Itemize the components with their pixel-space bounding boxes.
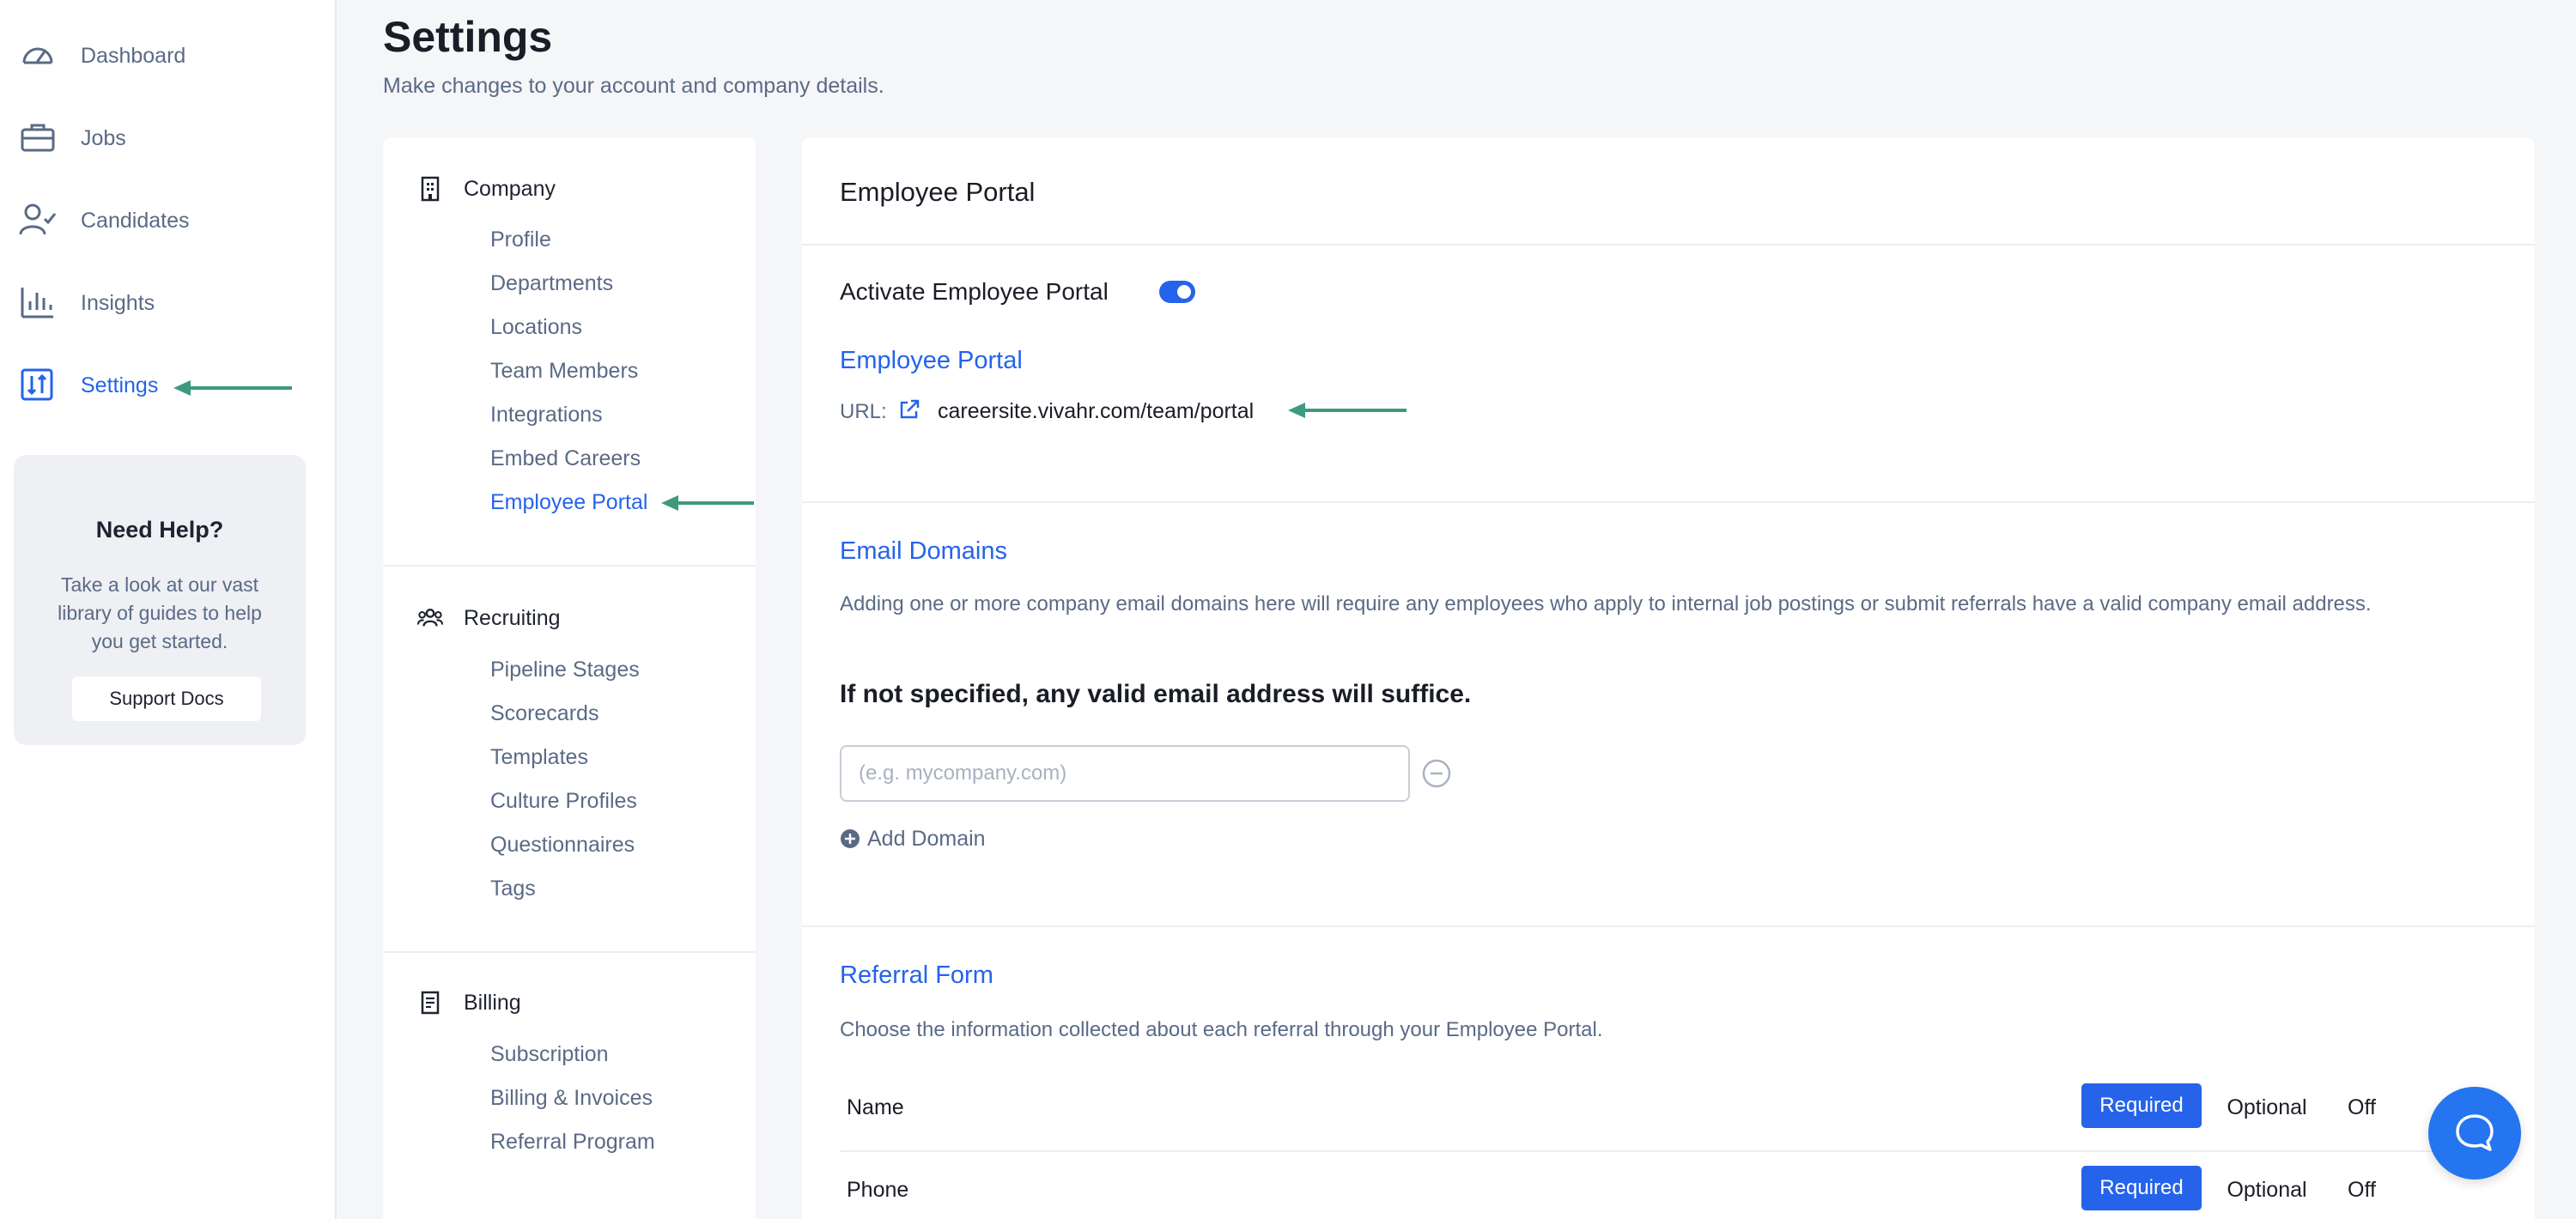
annotation-arrow xyxy=(173,380,292,396)
referral-field-row: Name Required Optional Off xyxy=(840,1070,2497,1152)
gauge-icon xyxy=(19,37,57,75)
referral-form-description: Choose the information collected about e… xyxy=(840,1018,1603,1041)
nav-item-insights[interactable]: Insights xyxy=(19,277,302,329)
users-icon xyxy=(417,605,443,631)
submenu-group-company: Company xyxy=(417,172,556,206)
optional-option-button[interactable]: Optional xyxy=(2215,1178,2318,1203)
submenu-group-recruiting: Recruiting xyxy=(417,601,561,635)
settings-sliders-icon xyxy=(19,367,57,404)
email-domains-description: Adding one or more company email domains… xyxy=(840,592,2372,616)
building-icon xyxy=(417,176,443,202)
annotation-arrow xyxy=(661,495,754,511)
add-domain-button[interactable]: Add Domain xyxy=(840,824,986,853)
submenu-item-embed-careers[interactable]: Embed Careers xyxy=(490,446,641,471)
submenu-item-questionnaires[interactable]: Questionnaires xyxy=(490,833,635,858)
nav-item-candidates[interactable]: Candidates xyxy=(19,195,302,246)
remove-domain-icon[interactable] xyxy=(1422,759,1451,788)
nav-label: Settings xyxy=(81,373,159,397)
submenu-item-profile[interactable]: Profile xyxy=(490,227,551,252)
employee-portal-panel: Employee Portal Activate Employee Portal… xyxy=(802,137,2535,1219)
nav-label: Insights xyxy=(81,290,155,315)
support-docs-button[interactable]: Support Docs xyxy=(72,676,261,721)
nav-label: Candidates xyxy=(81,208,190,233)
submenu-item-scorecards[interactable]: Scorecards xyxy=(490,701,598,726)
chat-support-button[interactable] xyxy=(2428,1087,2521,1180)
divider xyxy=(802,244,2535,246)
submenu-item-templates[interactable]: Templates xyxy=(490,745,588,770)
submenu-item-pipeline-stages[interactable]: Pipeline Stages xyxy=(490,658,640,682)
help-card: Need Help? Take a look at our vast libra… xyxy=(14,455,306,745)
url-label: URL: xyxy=(840,400,887,423)
external-link-icon[interactable] xyxy=(898,398,920,421)
required-option-button[interactable]: Required xyxy=(2081,1083,2202,1128)
submenu-item-locations[interactable]: Locations xyxy=(490,315,582,340)
activate-portal-toggle[interactable] xyxy=(1159,281,1195,303)
page-title: Settings xyxy=(383,13,553,61)
email-domains-note: If not specified, any valid email addres… xyxy=(840,680,1472,708)
portal-section-title: Employee Portal xyxy=(840,347,1023,374)
submenu-item-integrations[interactable]: Integrations xyxy=(490,403,603,428)
settings-submenu: Company Profile Departments Locations Te… xyxy=(383,137,756,1219)
user-check-icon xyxy=(19,202,57,240)
submenu-item-subscription[interactable]: Subscription xyxy=(490,1042,609,1067)
activate-portal-label: Activate Employee Portal xyxy=(840,278,1109,305)
email-domain-input[interactable] xyxy=(840,745,1410,802)
page-subtitle: Make changes to your account and company… xyxy=(383,74,884,98)
off-option-button[interactable]: Off xyxy=(2348,1178,2376,1203)
plus-circle-icon xyxy=(841,829,860,848)
portal-url-link[interactable]: careersite.vivahr.com/team/portal xyxy=(938,399,1254,424)
divider xyxy=(802,925,2535,927)
submenu-group-label: Recruiting xyxy=(464,605,561,630)
submenu-item-billing-invoices[interactable]: Billing & Invoices xyxy=(490,1086,653,1111)
required-option-button[interactable]: Required xyxy=(2081,1166,2202,1210)
field-name: Name xyxy=(847,1095,904,1119)
chat-bubble-icon xyxy=(2456,1114,2494,1151)
submenu-item-employee-portal[interactable]: Employee Portal xyxy=(490,490,647,515)
referral-form-title: Referral Form xyxy=(840,961,993,989)
annotation-arrow xyxy=(1288,403,1406,418)
email-domains-title: Email Domains xyxy=(840,537,1007,565)
nav-label: Jobs xyxy=(81,125,126,150)
nav-item-jobs[interactable]: Jobs xyxy=(19,112,302,164)
submenu-item-departments[interactable]: Departments xyxy=(490,271,613,296)
briefcase-icon xyxy=(19,119,57,157)
submenu-item-team-members[interactable]: Team Members xyxy=(490,359,638,384)
help-title: Need Help? xyxy=(95,517,224,543)
help-text: Take a look at our vast library of guide… xyxy=(58,573,262,652)
submenu-item-culture-profiles[interactable]: Culture Profiles xyxy=(490,789,637,814)
divider xyxy=(383,951,756,953)
nav-item-dashboard[interactable]: Dashboard xyxy=(19,30,302,82)
submenu-group-label: Billing xyxy=(464,990,521,1015)
optional-option-button[interactable]: Optional xyxy=(2215,1095,2318,1120)
submenu-group-label: Company xyxy=(464,176,556,201)
referral-field-row: Phone Required Optional Off xyxy=(840,1152,2497,1219)
left-sidebar: Dashboard Jobs Candidates Insights Setti… xyxy=(0,0,337,1219)
divider xyxy=(802,501,2535,503)
receipt-icon xyxy=(417,990,443,1016)
submenu-item-tags[interactable]: Tags xyxy=(490,876,536,901)
submenu-item-referral-program[interactable]: Referral Program xyxy=(490,1130,655,1155)
bar-chart-icon xyxy=(19,284,57,322)
field-name: Phone xyxy=(847,1178,909,1202)
nav-label: Dashboard xyxy=(81,43,186,68)
add-domain-label: Add Domain xyxy=(867,826,986,851)
panel-title: Employee Portal xyxy=(840,177,1036,207)
divider xyxy=(383,565,756,567)
submenu-group-billing: Billing xyxy=(417,986,521,1020)
off-option-button[interactable]: Off xyxy=(2348,1095,2376,1120)
